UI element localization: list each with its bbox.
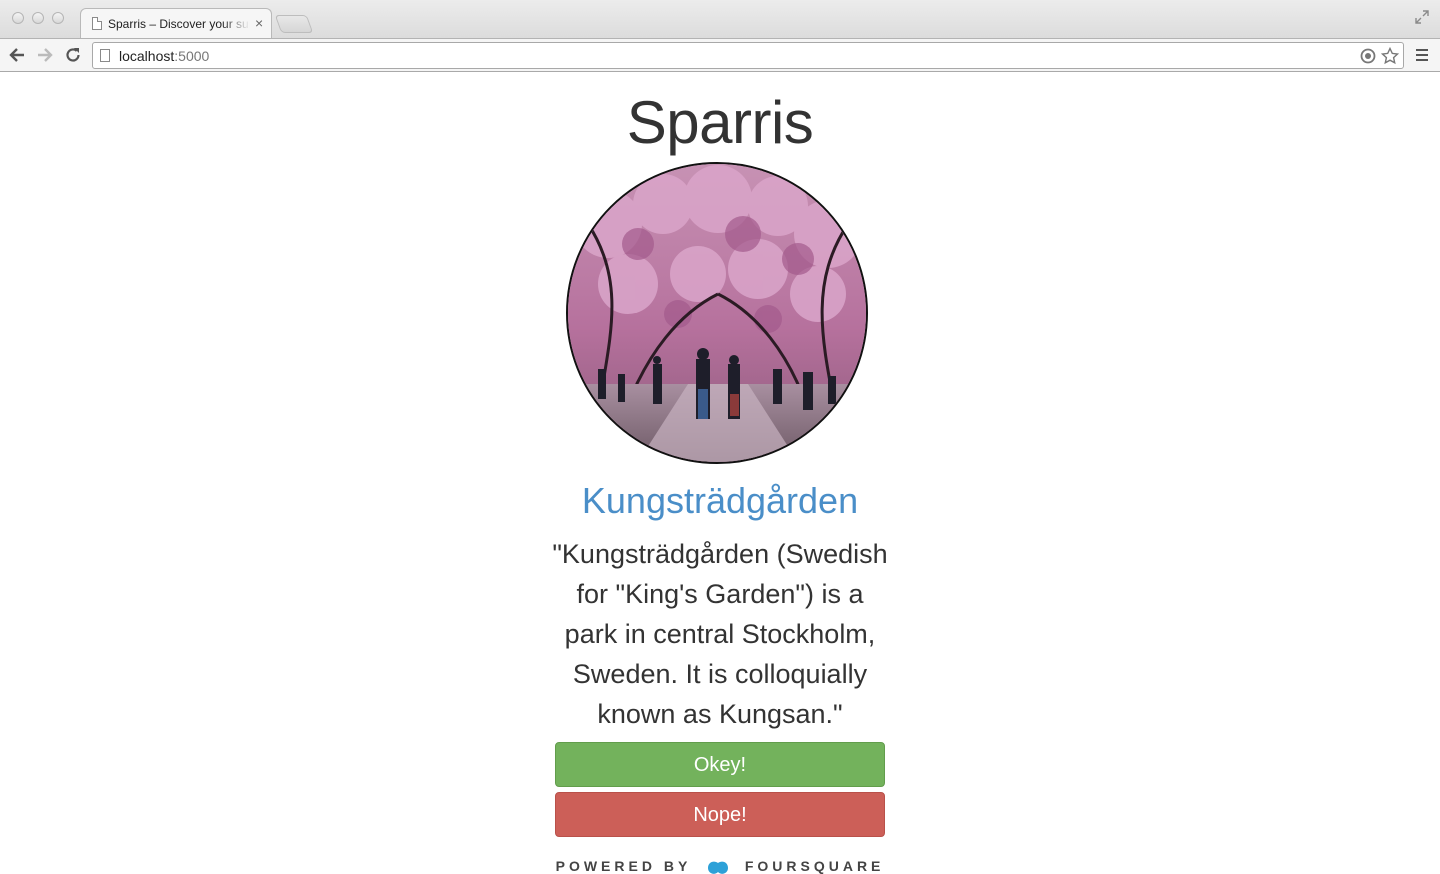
minimize-window-button[interactable] [32,12,44,24]
place-description: "Kungsträdgården (Swedish for "King's Ga… [552,539,888,729]
okey-button[interactable]: Okey! [555,742,885,787]
bookmark-star-icon[interactable] [1381,47,1399,65]
place-name-link[interactable]: Kungsträdgården [520,480,920,522]
powered-by-foursquare[interactable]: POWERED BY FOURSQUARE [540,858,900,874]
back-arrow-icon[interactable] [8,46,26,64]
place-photo [566,162,868,464]
reload-icon[interactable] [64,46,82,64]
page-icon [100,49,110,62]
forward-arrow-icon[interactable] [36,46,54,64]
address-bar[interactable]: localhost:5000 [92,42,1404,69]
browser-toolbar: localhost:5000 [0,38,1440,72]
browser-titlebar: Sparris – Discover your sur × [0,0,1440,38]
location-icon[interactable] [1359,47,1377,65]
menu-icon[interactable] [1414,47,1430,63]
fullscreen-icon[interactable] [1415,10,1429,24]
page-content: Sparris Kungsträdgården "Kungsträdgården… [0,72,1440,874]
new-tab-button[interactable] [274,15,314,33]
powered-by-label: POWERED BY [555,858,692,874]
browser-tab[interactable]: Sparris – Discover your sur × [80,8,272,38]
tab-title: Sparris – Discover your sur [108,17,250,31]
maximize-window-button[interactable] [52,12,64,24]
foursquare-logo-icon [707,861,728,874]
page-icon [92,17,102,30]
nope-button[interactable]: Nope! [555,792,885,837]
foursquare-brand: FOURSQUARE [744,858,885,874]
site-title: Sparris [626,89,814,156]
url-text[interactable]: localhost:5000 [119,48,209,64]
close-window-button[interactable] [12,12,24,24]
tab-close-icon[interactable]: × [255,16,263,30]
